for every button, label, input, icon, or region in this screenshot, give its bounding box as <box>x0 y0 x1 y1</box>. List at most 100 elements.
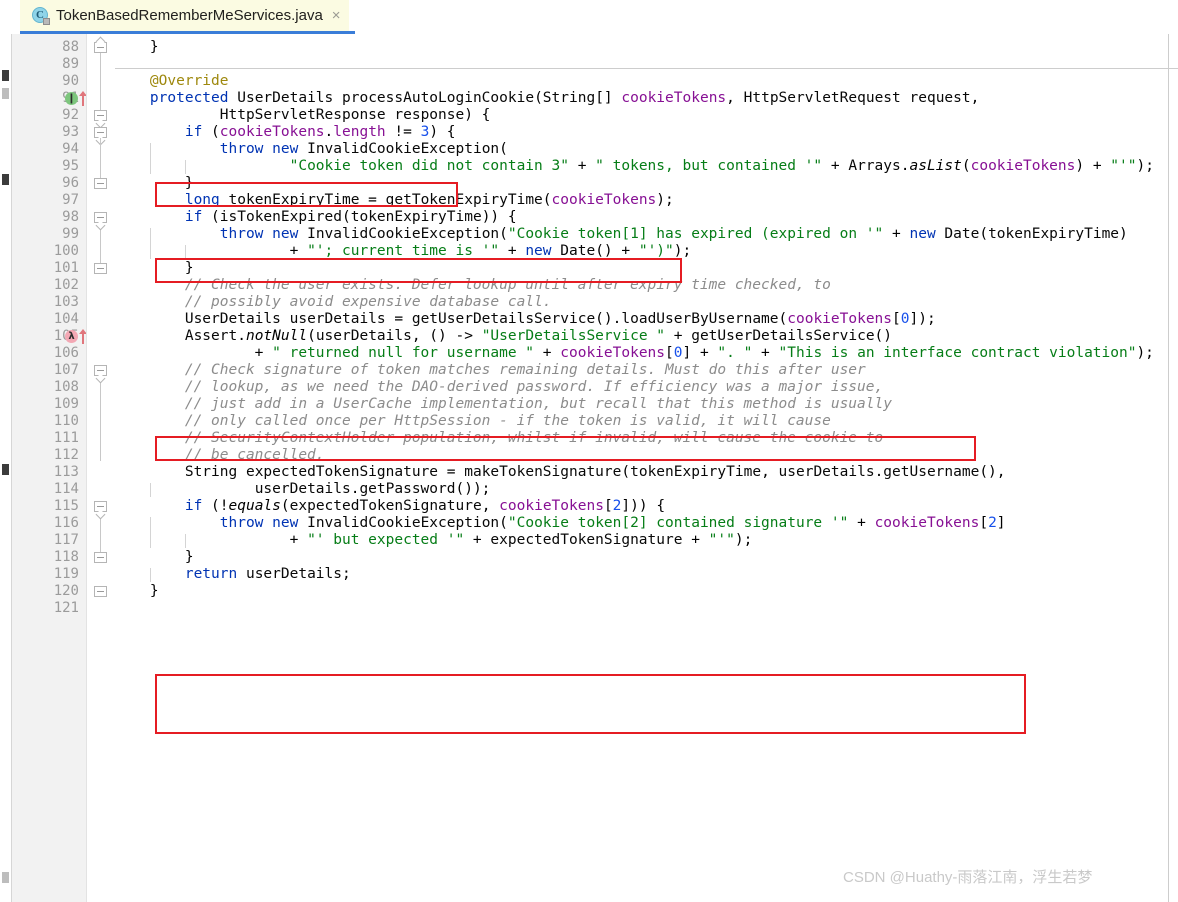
code-line[interactable]: String expectedTokenSignature = makeToke… <box>115 464 1006 481</box>
code-editor[interactable]: 8889909192939495969798991001011021031041… <box>0 34 1178 902</box>
strip-mark <box>2 174 9 185</box>
code-line[interactable]: UserDetails userDetails = getUserDetails… <box>115 311 936 328</box>
fold-toggle-icon[interactable] <box>94 501 107 512</box>
strip-mark <box>2 872 9 883</box>
code-line[interactable]: long tokenExpiryTime = getTokenExpiryTim… <box>115 192 674 209</box>
code-line[interactable]: } <box>115 583 159 600</box>
code-line[interactable]: if (isTokenExpired(tokenExpiryTime)) { <box>115 209 517 226</box>
line-number: 107 <box>53 362 79 378</box>
line-number: 97 <box>62 192 79 208</box>
indent-guide <box>150 483 151 497</box>
indent-guide <box>185 160 186 174</box>
editor-tab-token-based-remember-me-services[interactable]: C TokenBasedRememberMeServices.java × <box>20 0 349 31</box>
code-content-area[interactable]: } @Override protected UserDetails proces… <box>115 34 1178 902</box>
code-line[interactable]: } <box>115 175 194 192</box>
line-number: 120 <box>53 583 79 599</box>
fold-toggle-icon[interactable] <box>94 365 107 376</box>
vertical-separator-rule <box>1168 34 1169 902</box>
code-folding-column[interactable] <box>87 34 115 902</box>
line-number: 102 <box>53 277 79 293</box>
fold-toggle-icon[interactable] <box>94 263 107 274</box>
fold-toggle-icon[interactable] <box>94 212 107 223</box>
code-line[interactable]: protected UserDetails processAutoLoginCo… <box>115 90 979 107</box>
code-line[interactable]: // lookup, as we need the DAO-derived pa… <box>115 379 883 396</box>
line-number: 115 <box>53 498 79 514</box>
line-number-gutter[interactable]: 8889909192939495969798991001011021031041… <box>12 34 87 902</box>
line-number: 90 <box>62 73 79 89</box>
code-line[interactable]: } <box>115 39 159 56</box>
code-line[interactable]: // Check signature of token matches rema… <box>115 362 866 379</box>
editor-tab-bar: C TokenBasedRememberMeServices.java × <box>0 0 1178 34</box>
line-number: 119 <box>53 566 79 582</box>
indent-guide <box>150 228 151 259</box>
lambda-marker-dot: λ <box>65 330 78 343</box>
line-number: 94 <box>62 141 79 157</box>
fold-region-line <box>100 138 101 178</box>
line-number: 114 <box>53 481 79 497</box>
fold-toggle-icon[interactable] <box>94 127 107 138</box>
code-line[interactable]: HttpServletResponse response) { <box>115 107 491 124</box>
line-number: 95 <box>62 158 79 174</box>
code-line[interactable] <box>115 56 124 73</box>
code-line[interactable]: throw new InvalidCookieException("Cookie… <box>115 226 1128 243</box>
code-line[interactable]: "Cookie token did not contain 3" + " tok… <box>115 158 1154 175</box>
code-line[interactable]: + "' but expected '" + expectedTokenSign… <box>115 532 753 549</box>
code-line[interactable]: // just add in a UserCache implementatio… <box>115 396 892 413</box>
code-line[interactable]: // SecurityContextHolder population, whi… <box>115 430 883 447</box>
java-class-icon: C <box>32 7 50 25</box>
code-line[interactable]: userDetails.getPassword()); <box>115 481 491 498</box>
line-number: 98 <box>62 209 79 225</box>
line-number: 103 <box>53 294 79 310</box>
horizontal-separator-rule <box>115 68 1178 69</box>
code-line[interactable]: throw new InvalidCookieException( <box>115 141 508 158</box>
fold-toggle-icon[interactable] <box>94 42 107 53</box>
line-number: 118 <box>53 549 79 565</box>
code-line[interactable]: // possibly avoid expensive database cal… <box>115 294 552 311</box>
left-marker-strip[interactable] <box>0 34 12 902</box>
implementing-method-marker-glyph: ❙ <box>67 93 76 104</box>
line-number: 112 <box>53 447 79 463</box>
line-number: 104 <box>53 311 79 327</box>
line-number: 113 <box>53 464 79 480</box>
lock-badge-icon <box>43 18 50 25</box>
line-number: 99 <box>62 226 79 242</box>
indent-guide <box>150 517 151 548</box>
code-line[interactable]: if (cookieTokens.length != 3) { <box>115 124 456 141</box>
code-line[interactable]: + "'; current time is '" + new Date() + … <box>115 243 692 260</box>
code-line[interactable]: // be cancelled. <box>115 447 325 464</box>
strip-mark <box>2 464 9 475</box>
indent-guide <box>185 245 186 259</box>
indent-guide <box>150 568 151 582</box>
line-number: 101 <box>53 260 79 276</box>
line-number: 108 <box>53 379 79 395</box>
code-line[interactable] <box>115 600 124 617</box>
code-line[interactable]: if (!equals(expectedTokenSignature, cook… <box>115 498 665 515</box>
close-icon[interactable]: × <box>332 8 341 23</box>
line-number: 110 <box>53 413 79 429</box>
implementing-method-marker-dot: ❙ <box>65 92 78 105</box>
indent-guide <box>150 143 151 174</box>
code-line[interactable]: @Override <box>115 73 229 90</box>
editor-tab-label: TokenBasedRememberMeServices.java <box>56 7 323 24</box>
code-line[interactable]: // only called once per HttpSession - if… <box>115 413 831 430</box>
fold-region-line <box>100 376 101 461</box>
code-line[interactable]: + " returned null for username " + cooki… <box>115 345 1154 362</box>
line-number: 109 <box>53 396 79 412</box>
line-number: 88 <box>62 39 79 55</box>
code-line[interactable]: } <box>115 549 194 566</box>
fold-toggle-icon[interactable] <box>94 178 107 189</box>
indent-guide <box>185 534 186 548</box>
line-number: 111 <box>53 430 79 446</box>
code-line[interactable]: } <box>115 260 194 277</box>
line-number: 96 <box>62 175 79 191</box>
code-line[interactable]: // Check the user exists. Defer lookup u… <box>115 277 831 294</box>
line-number: 92 <box>62 107 79 123</box>
line-number: 106 <box>53 345 79 361</box>
fold-toggle-icon[interactable] <box>94 110 107 121</box>
line-number: 121 <box>53 600 79 616</box>
fold-toggle-icon[interactable] <box>94 552 107 563</box>
code-line[interactable]: throw new InvalidCookieException("Cookie… <box>115 515 1006 532</box>
fold-toggle-icon[interactable] <box>94 586 107 597</box>
line-number: 93 <box>62 124 79 140</box>
code-line[interactable]: Assert.notNull(userDetails, () -> "UserD… <box>115 328 892 345</box>
